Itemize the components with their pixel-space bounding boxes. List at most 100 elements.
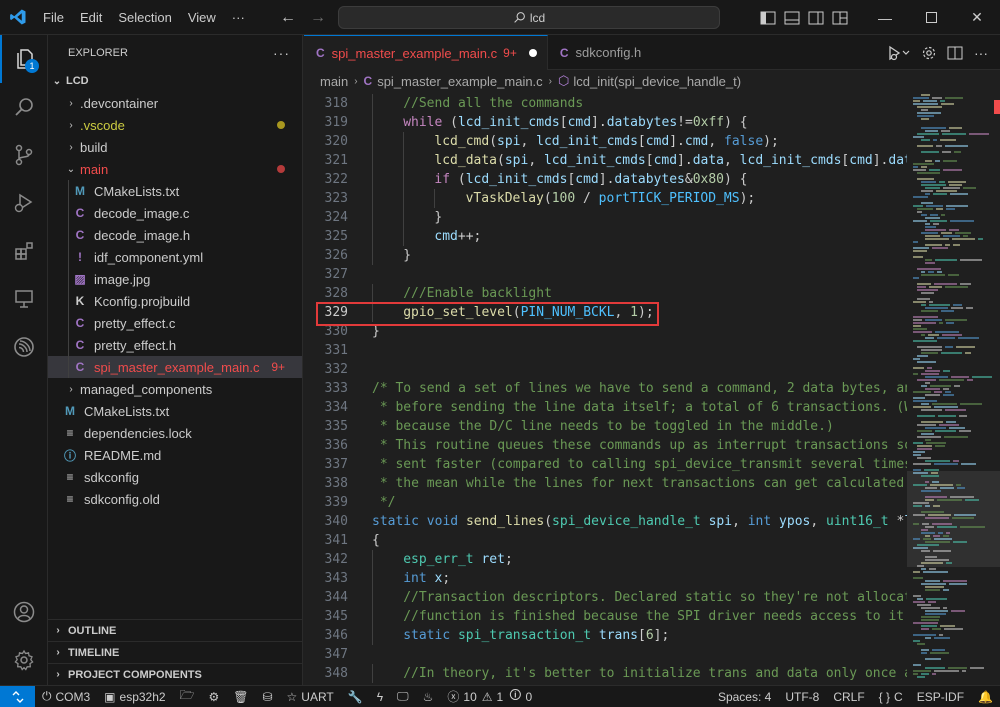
tree-file[interactable]: Cpretty_effect.h (48, 334, 302, 356)
gear-icon[interactable] (918, 42, 940, 64)
sdk-config-item[interactable]: ⚙ (201, 686, 226, 707)
problems-item[interactable]: ⓧ 10 ⚠ 1 🛈 0 (440, 686, 539, 707)
breadcrumb-folder[interactable]: main (320, 74, 348, 89)
remote-explorer-activity[interactable] (0, 275, 48, 323)
code-line[interactable]: 326} (304, 246, 907, 265)
menu-more[interactable]: ··· (224, 10, 253, 25)
command-center-search[interactable]: lcd (338, 6, 720, 29)
code-line[interactable]: 337 * sent faster (compared to calling s… (304, 455, 907, 474)
code-line[interactable]: 348 //In theory, it's better to initializ… (304, 664, 907, 683)
code-line[interactable]: 321 lcd_data(spi, lcd_init_cmds[cmd].data… (304, 151, 907, 170)
menu-selection[interactable]: Selection (110, 10, 179, 25)
open-project-item[interactable]: 🗁 (173, 686, 202, 707)
back-arrow-icon[interactable]: ← (280, 9, 296, 27)
tree-file[interactable]: ⓘ README.md (48, 444, 302, 466)
maximize-icon[interactable] (908, 0, 954, 35)
code-line[interactable]: 346 static spi_transaction_t trans[6]; (304, 626, 907, 645)
code-line[interactable]: 343 int x; (304, 569, 907, 588)
code-line[interactable]: 318 //Send all the commands (304, 94, 907, 113)
code-line[interactable]: 345 //function is finished because the SP… (304, 607, 907, 626)
code-line[interactable]: 327 (304, 265, 907, 284)
code-line[interactable]: 322 if (lcd_init_cmds[cmd].databytes&0x80… (304, 170, 907, 189)
espressif-activity[interactable] (0, 323, 48, 371)
run-debug-icon[interactable] (884, 42, 914, 64)
outline-section[interactable]: › OUTLINE (48, 619, 303, 641)
tab-sdkconfig-h[interactable]: C sdkconfig.h (548, 35, 651, 70)
tree-file[interactable]: ≡ dependencies.lock (48, 422, 302, 444)
code-line[interactable]: 344 //Transaction descriptors. Declared s… (304, 588, 907, 607)
code-line[interactable]: 338 * the mean while the lines for next … (304, 474, 907, 493)
explorer-more-button[interactable]: ··· (273, 45, 290, 61)
tree-file[interactable]: K Kconfig.projbuild (48, 290, 302, 312)
notifications-item[interactable]: 🔔 (971, 686, 1000, 707)
toggle-secondary-sidebar-icon[interactable] (804, 0, 828, 35)
flash-method-item[interactable]: ☆ UART (280, 686, 341, 707)
code-line[interactable]: 347 (304, 645, 907, 664)
tree-folder[interactable]: › .vscode (48, 114, 302, 136)
menu-view[interactable]: View (180, 10, 224, 25)
flash-type-item[interactable]: ⛁ (255, 686, 279, 707)
tree-folder[interactable]: › .devcontainer (48, 92, 302, 114)
framework-item[interactable]: ESP-IDF (910, 686, 971, 707)
unsaved-dot-icon[interactable] (528, 49, 537, 57)
tree-file[interactable]: Cpretty_effect.c (48, 312, 302, 334)
code-line[interactable]: 339 */ (304, 493, 907, 512)
code-line[interactable]: 328 ///Enable backlight (304, 284, 907, 303)
split-editor-icon[interactable] (944, 42, 966, 64)
customize-layout-icon[interactable] (828, 0, 852, 35)
breadcrumb-symbol[interactable]: lcd_init(spi_device_handle_t) (573, 74, 741, 89)
language-mode-item[interactable]: { } C (872, 686, 910, 707)
code-line[interactable]: 334 * before sending the line data itsel… (304, 398, 907, 417)
code-line[interactable]: 336 * This routine queues these commands… (304, 436, 907, 455)
code-line[interactable]: 331 (304, 341, 907, 360)
more-actions-icon[interactable]: ··· (970, 42, 992, 64)
toggle-primary-sidebar-icon[interactable] (756, 0, 780, 35)
code-line[interactable]: 341 { (304, 531, 907, 550)
code-line[interactable]: 319 while (lcd_init_cmds[cmd].databytes!=… (304, 113, 907, 132)
code-line[interactable]: 333 /* To send a set of lines we have to … (304, 379, 907, 398)
build-item[interactable]: 🔧 (341, 686, 370, 707)
target-item[interactable]: ▣ esp32h2 (97, 686, 172, 707)
menu-file[interactable]: File (35, 10, 72, 25)
minimize-icon[interactable]: — (862, 0, 908, 35)
tree-file[interactable]: ≡ sdkconfig.old (48, 488, 302, 510)
code-line[interactable]: 320 lcd_cmd(spi, lcd_init_cmds[cmd].cmd, … (304, 132, 907, 151)
close-icon[interactable]: ✕ (954, 0, 1000, 35)
tree-file[interactable]: M CMakeLists.txt (48, 400, 302, 422)
flash-item[interactable]: ϟ (370, 686, 390, 707)
timeline-section[interactable]: › TIMELINE (48, 641, 303, 663)
tree-folder[interactable]: › build (48, 136, 302, 158)
tree-file[interactable]: ≡ sdkconfig (48, 466, 302, 488)
code-line[interactable]: 325 cmd++; (304, 227, 907, 246)
tab-spi-master-example-main[interactable]: C spi_master_example_main.c 9+ (304, 35, 548, 70)
menu-edit[interactable]: Edit (72, 10, 110, 25)
forward-arrow-icon[interactable]: → (310, 9, 326, 27)
manage-activity[interactable] (0, 636, 48, 684)
source-control-activity[interactable] (0, 131, 48, 179)
explorer-activity[interactable]: 1 (0, 35, 48, 83)
explorer-root-folder[interactable]: ⌄ LCD (48, 70, 302, 92)
code-line[interactable]: 335 * because the D/C line needs to be t… (304, 417, 907, 436)
tree-folder[interactable]: ⌄ main (48, 158, 302, 180)
full-clean-item[interactable]: 🗑 (226, 686, 255, 707)
code-line[interactable]: 323 vTaskDelay(100 / portTICK_PERIOD_MS); (304, 189, 907, 208)
build-flash-monitor-item[interactable]: ♨ (416, 686, 441, 707)
code-line[interactable]: 324} (304, 208, 907, 227)
remote-indicator-icon[interactable] (0, 685, 35, 707)
serial-port-item[interactable]: ⏻ COM3 (35, 686, 97, 707)
code-editor[interactable]: 318//Send all the commands 319 while (lcd_… (304, 94, 907, 684)
tree-file[interactable]: M CMakeLists.txt (48, 180, 302, 202)
indentation-item[interactable]: Spaces: 4 (711, 686, 778, 707)
eol-item[interactable]: CRLF (826, 686, 871, 707)
tree-folder[interactable]: › managed_components (48, 378, 302, 400)
code-line[interactable]: 332 (304, 360, 907, 379)
extensions-activity[interactable] (0, 227, 48, 275)
encoding-item[interactable]: UTF-8 (778, 686, 826, 707)
toggle-panel-icon[interactable] (780, 0, 804, 35)
tree-file[interactable]: Cspi_master_example_main.c 9+ (48, 356, 302, 378)
tree-file[interactable]: Cdecode_image.c (48, 202, 302, 224)
tree-file[interactable]: ! idf_component.yml (48, 246, 302, 268)
code-line[interactable]: 342 esp_err_t ret; (304, 550, 907, 569)
accounts-activity[interactable] (0, 588, 48, 636)
breadcrumb-file[interactable]: spi_master_example_main.c (377, 74, 542, 89)
